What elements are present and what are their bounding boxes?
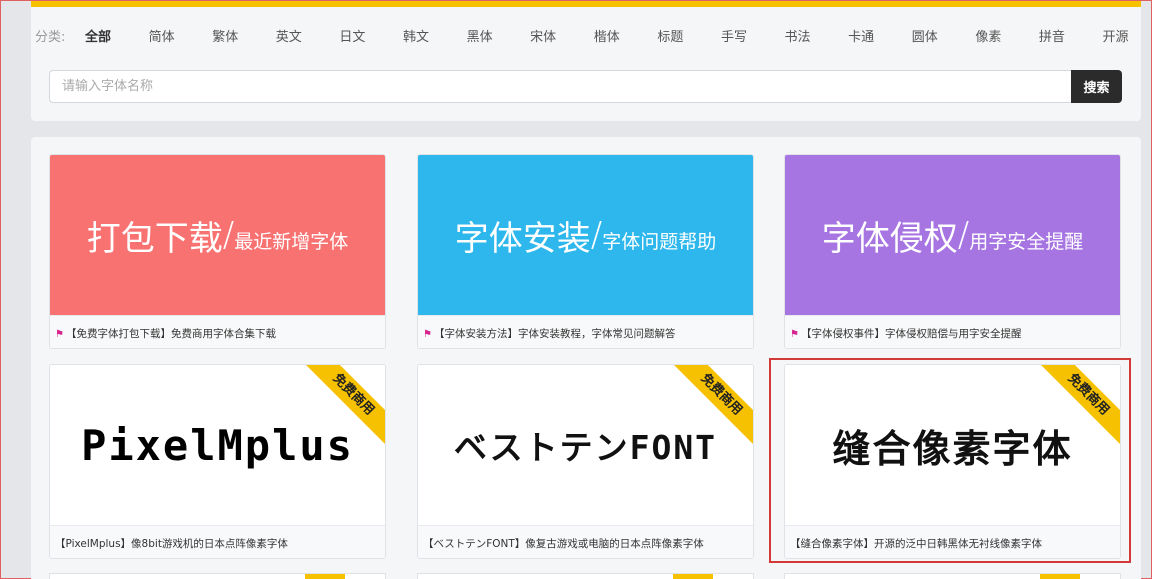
card-caption-text: 【免费字体打包下载】免费商用字体合集下载 <box>65 328 276 340</box>
card-caption[interactable]: ⚑ 【字体安装方法】字体安装教程，字体常见问题解答 <box>418 315 753 348</box>
card-subtitle: 最近新增字体 <box>234 230 349 253</box>
card-bundle-download[interactable]: 打包下载 / 最近新增字体 ⚑ 【免费字体打包下载】免费商用字体合集下载 <box>49 154 386 349</box>
card-font-infringement[interactable]: 字体侵权 / 用字安全提醒 ⚑ 【字体侵权事件】字体侵权赔偿与用字安全提醒 <box>784 154 1121 349</box>
card-caption[interactable]: ⚑ 【字体侵权事件】字体侵权赔偿与用字安全提醒 <box>785 315 1120 348</box>
font-grid: 打包下载 / 最近新增字体 ⚑ 【免费字体打包下载】免费商用字体合集下载 字体安装… <box>31 137 1141 579</box>
category-cartoon[interactable]: 卡通 <box>844 26 908 45</box>
flag-icon: ⚑ <box>55 329 64 340</box>
category-japanese[interactable]: 日文 <box>335 26 399 45</box>
title-separator: / <box>957 215 970 255</box>
category-traditional[interactable]: 繁体 <box>208 26 272 45</box>
category-pixel[interactable]: 像素 <box>971 26 1035 45</box>
card-next-row-2[interactable] <box>417 573 754 579</box>
category-simplified[interactable]: 简体 <box>145 26 209 45</box>
card-preview: 缝合像素字体 免费商用 <box>785 365 1120 525</box>
card-preview: PixelMplus 免费商用 <box>50 365 385 525</box>
card-cover: 字体安装 / 字体问题帮助 <box>418 155 753 315</box>
category-korean[interactable]: 韩文 <box>399 26 463 45</box>
card-title: 字体侵权 <box>821 218 958 259</box>
card-subtitle: 字体问题帮助 <box>602 230 717 253</box>
card-bestten-font[interactable]: ベストテンFONT 免费商用 【ベストテンFONT】像复古游戏或电脑的日本点阵像… <box>417 364 754 559</box>
title-separator: / <box>590 215 603 255</box>
font-preview-text: PixelMplus <box>81 420 354 470</box>
category-all[interactable]: 全部 <box>81 26 145 45</box>
card-pixelmplus[interactable]: PixelMplus 免费商用 【PixelMplus】像8bit游戏机的日本点… <box>49 364 386 559</box>
ribbon-edge <box>1040 574 1080 579</box>
card-next-row-3[interactable] <box>784 573 1121 579</box>
card-fusion-pixel-font[interactable]: 缝合像素字体 免费商用 【缝合像素字体】开源的泛中日韩黑体无衬线像素字体 <box>784 364 1121 559</box>
category-calligraphy[interactable]: 书法 <box>781 26 845 45</box>
card-font-install[interactable]: 字体安装 / 字体问题帮助 ⚑ 【字体安装方法】字体安装教程，字体常见问题解答 <box>417 154 754 349</box>
ribbon-edge <box>673 574 713 579</box>
category-opensource[interactable]: 开源 <box>1099 26 1152 45</box>
flag-icon: ⚑ <box>423 329 432 340</box>
flag-icon: ⚑ <box>790 329 799 340</box>
category-round[interactable]: 圆体 <box>908 26 972 45</box>
card-title: 打包下载 <box>86 218 223 259</box>
card-caption[interactable]: 【缝合像素字体】开源的泛中日韩黑体无衬线像素字体 <box>785 525 1120 558</box>
ribbon-edge <box>305 574 345 579</box>
card-cover: 打包下载 / 最近新增字体 <box>50 155 385 315</box>
category-title[interactable]: 标题 <box>653 26 717 45</box>
card-subtitle: 用字安全提醒 <box>969 230 1084 253</box>
card-caption[interactable]: 【PixelMplus】像8bit游戏机的日本点阵像素字体 <box>50 525 385 558</box>
font-preview-text: 缝合像素字体 <box>832 426 1073 471</box>
filter-panel: 分类: 全部 简体 繁体 英文 日文 韩文 黑体 宋体 楷体 标题 手写 书法 … <box>31 7 1141 121</box>
card-caption-text: 【字体安装方法】字体安装教程，字体常见问题解答 <box>433 328 676 340</box>
title-separator: / <box>222 215 235 255</box>
search-button[interactable]: 搜索 <box>1071 70 1122 103</box>
category-songti[interactable]: 宋体 <box>526 26 590 45</box>
category-heiti[interactable]: 黑体 <box>463 26 527 45</box>
card-cover: 字体侵权 / 用字安全提醒 <box>785 155 1120 315</box>
card-caption-text: 【字体侵权事件】字体侵权赔偿与用字安全提醒 <box>800 328 1022 340</box>
category-label: 分类: <box>35 29 66 45</box>
font-preview-text: ベストテンFONT <box>453 428 718 467</box>
card-title: 字体安装 <box>454 218 591 259</box>
card-preview: ベストテンFONT 免费商用 <box>418 365 753 525</box>
search-input[interactable] <box>49 70 1071 103</box>
category-pinyin[interactable]: 拼音 <box>1035 26 1099 45</box>
category-filter: 分类: 全部 简体 繁体 英文 日文 韩文 黑体 宋体 楷体 标题 手写 书法 … <box>35 25 1152 45</box>
category-kaiti[interactable]: 楷体 <box>590 26 654 45</box>
category-english[interactable]: 英文 <box>272 26 336 45</box>
card-caption[interactable]: 【ベストテンFONT】像复古游戏或电脑的日本点阵像素字体 <box>418 525 753 558</box>
card-next-row-1[interactable] <box>49 573 386 579</box>
card-caption[interactable]: ⚑ 【免费字体打包下载】免费商用字体合集下载 <box>50 315 385 348</box>
category-handwriting[interactable]: 手写 <box>717 26 781 45</box>
search-bar: 搜索 <box>49 70 1122 103</box>
